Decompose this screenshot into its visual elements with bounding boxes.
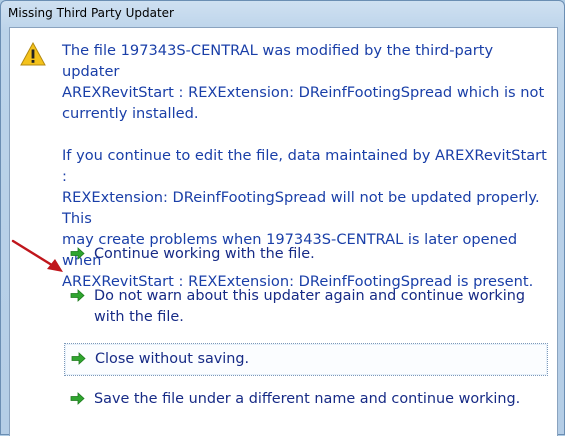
green-arrow-icon xyxy=(70,247,85,260)
dialog-content: The file 197343S-CENTRAL was modified by… xyxy=(9,27,558,436)
command-label: Save the file under a different name and… xyxy=(94,391,521,407)
green-arrow-icon xyxy=(71,352,86,365)
warning-icon xyxy=(20,42,46,66)
message-paragraph-2: If you continue to edit the file, data m… xyxy=(62,147,547,290)
window-title: Missing Third Party Updater xyxy=(8,6,174,20)
title-bar[interactable]: Missing Third Party Updater xyxy=(1,1,564,27)
red-arrow-annotation xyxy=(11,239,63,272)
green-arrow-icon xyxy=(70,289,85,302)
command-label: Continue working with the file. xyxy=(94,246,315,262)
dialog-window: Missing Third Party Updater The file 197… xyxy=(0,0,565,436)
continue-working-command[interactable]: Continue working with the file. xyxy=(64,242,548,267)
command-label: Close without saving. xyxy=(95,351,250,367)
close-without-saving-command[interactable]: Close without saving. xyxy=(64,343,548,376)
do-not-warn-command[interactable]: Do not warn about this updater again and… xyxy=(64,284,548,330)
save-as-command[interactable]: Save the file under a different name and… xyxy=(64,387,548,412)
command-label: Do not warn about this updater again and… xyxy=(94,288,526,325)
green-arrow-icon xyxy=(70,392,85,405)
message-paragraph-1: The file 197343S-CENTRAL was modified by… xyxy=(62,42,545,122)
